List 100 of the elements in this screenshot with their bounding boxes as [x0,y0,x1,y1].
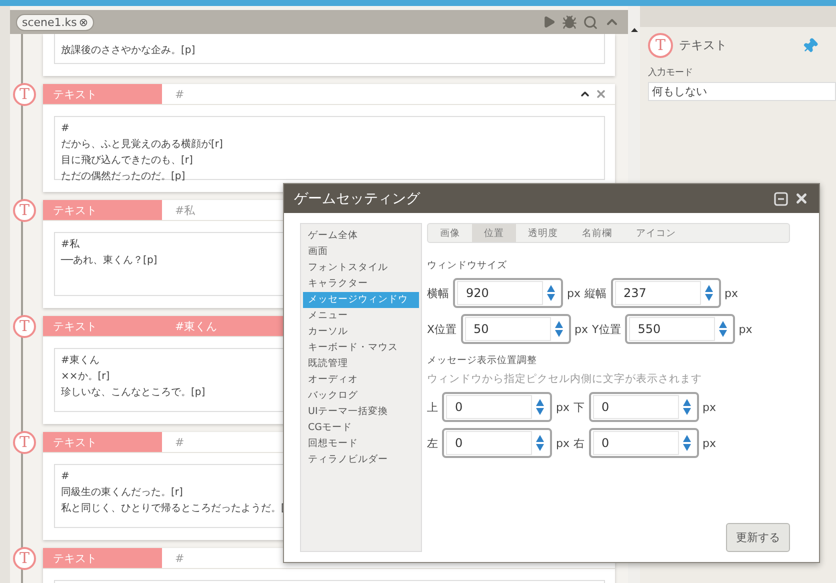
text-marker-icon: T [648,33,673,58]
speaker-label: #東くん [175,318,218,334]
speaker-label: # [175,552,184,564]
script-line: # [61,122,70,136]
block-marker-icon: T [13,315,36,338]
block-marker-icon: T [13,547,36,570]
speaker-label: #私 [175,202,196,218]
panel-title: テキスト [679,37,728,54]
number-field[interactable]: 0 [588,392,698,422]
script-line: ──あれ、東くん？[p] [61,254,158,268]
block-type-label: テキスト [43,432,162,452]
minimize-icon[interactable] [774,192,788,206]
field-label: 左 [427,436,438,450]
decrement-button[interactable] [704,294,712,301]
number-field[interactable]: 0 [588,428,698,458]
text-area[interactable]: # だから、ふと見覚えのある横顔が[r] 目に飛び込んできたのも、[r] ただの偶然だったのだ。[p] [54,116,605,180]
number-field[interactable]: 50 [460,314,571,344]
script-line: だから、ふと見覚えのある横顔が[r] [61,138,223,152]
number-field[interactable]: 0 [442,428,552,458]
decrement-button[interactable] [536,408,544,415]
menu-item[interactable]: 既読管理 [303,356,419,372]
close-icon[interactable]: ⊗ [78,16,88,28]
field-label: Y位置 [592,322,621,336]
dialog-title: ゲームセッティング [294,190,422,208]
script-line: 目に飛び込んできたのも、[r] [61,154,193,168]
number-field[interactable]: 237 [610,278,720,308]
script-line: ××か。[r] [61,370,110,384]
increment-button[interactable] [536,435,544,442]
script-line: # [61,470,70,484]
settings-tab[interactable]: 透明度 [516,224,570,242]
menu-item[interactable]: メニュー [303,308,419,324]
decrement-button[interactable] [554,330,563,337]
input-mode-field[interactable]: 何もしない [648,82,836,101]
block-type-label: テキスト [43,200,162,220]
menu-item[interactable]: CGモード [303,420,419,436]
increment-button[interactable] [704,285,712,292]
increment-button[interactable] [554,321,563,328]
script-line: #私 [61,238,80,252]
unit-label: px [574,322,588,336]
field-label: 右 [574,436,584,450]
increment-button[interactable] [536,399,544,406]
block-marker-icon: T [13,83,36,106]
script-line: 同級生の東くんだった。[r] [61,486,183,500]
update-button[interactable]: 更新する [726,523,790,552]
increment-button[interactable] [718,321,727,328]
menu-item[interactable]: キャラクター [303,276,419,292]
menu-item[interactable]: キーボード・マウス [303,340,419,356]
settings-tab[interactable]: アイコン [624,224,688,242]
menu-item[interactable]: カーソル [303,324,419,340]
menu-item[interactable]: 回想モード [303,436,419,452]
file-tab[interactable]: scene1.ks ⊗ [16,14,94,30]
block-type-label: テキスト [43,548,162,568]
decrement-button[interactable] [536,444,544,451]
play-icon[interactable] [542,15,556,29]
text-area[interactable]: 放課後のささやかな企み。[p] [54,34,605,64]
field-label: 縦幅 [584,286,606,300]
field-label: 横幅 [427,286,449,300]
close-icon[interactable] [595,88,607,100]
menu-item[interactable]: バックログ [303,388,419,404]
close-icon[interactable] [794,191,809,206]
field-label: X位置 [427,322,457,336]
unit-label: px [702,400,716,414]
section-heading: メッセージ表示位置調整 [427,354,538,367]
block-marker-icon: T [13,199,36,222]
menu-item[interactable]: ティラノビルダー [303,452,419,468]
unit-label: px [556,400,570,414]
menu-item[interactable]: 画面 [303,244,419,260]
field-label: 下 [574,400,584,414]
script-line: #東くん [61,354,100,368]
menu-item[interactable]: オーディオ [303,372,419,388]
search-icon[interactable] [583,14,598,30]
speaker-label: # [175,88,184,100]
field-label: 入力モード [648,66,694,79]
settings-tab[interactable]: 画像 [428,224,472,242]
bug-icon[interactable] [562,14,577,30]
unit-label: px [567,286,580,300]
unit-label: px [738,322,752,336]
decrement-button[interactable] [682,444,690,451]
decrement-button[interactable] [682,408,690,415]
menu-item[interactable]: UIテーマ一括変換 [303,404,419,420]
increment-button[interactable] [682,435,690,442]
scroll-up-icon[interactable] [630,28,638,32]
settings-tab[interactable]: 名前欄 [570,224,624,242]
menu-item[interactable]: フォントスタイル [303,260,419,276]
number-field[interactable]: 550 [624,314,735,344]
increment-button[interactable] [547,285,555,292]
decrement-button[interactable] [547,294,555,301]
script-line: 珍しいな、こんなところで。[p] [61,386,206,400]
script-line: 放課後のささやかな企み。[p] [61,44,196,58]
number-field[interactable]: 920 [453,278,563,308]
section-heading: ウィンドウサイズ [427,259,508,272]
decrement-button[interactable] [718,330,727,337]
unit-label: px [702,436,716,450]
unit-label: px [556,436,570,450]
increment-button[interactable] [682,399,690,406]
menu-item[interactable]: ゲーム全体 [303,228,419,244]
speaker-label: # [175,436,184,448]
number-field[interactable]: 0 [442,392,552,422]
block-marker-icon: T [13,431,36,454]
unit-label: px [724,286,738,300]
